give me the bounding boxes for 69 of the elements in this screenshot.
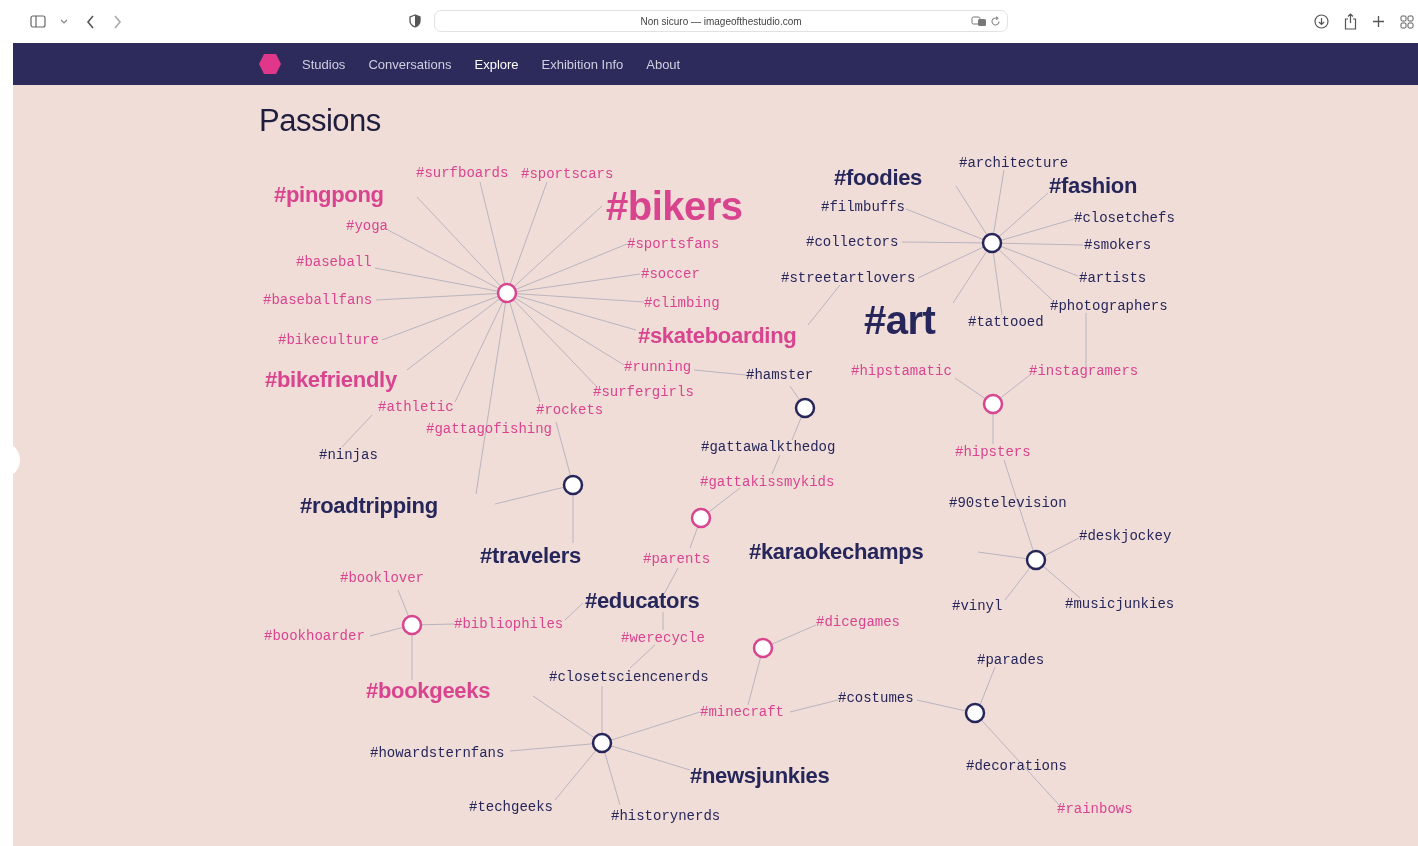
connector-line bbox=[629, 644, 656, 669]
chevron-down-icon[interactable] bbox=[60, 18, 68, 25]
hashtag-label[interactable]: #costumes bbox=[838, 691, 914, 705]
node-circle[interactable] bbox=[981, 232, 1003, 254]
address-field[interactable]: Non sicuro — imageofthestudio.com bbox=[434, 10, 1008, 32]
hashtag-label[interactable]: #tattooed bbox=[968, 315, 1044, 329]
hashtag-label[interactable]: #closetsciencenerds bbox=[549, 670, 709, 684]
connector-line bbox=[771, 454, 781, 475]
connector-line bbox=[979, 666, 996, 706]
forward-icon[interactable] bbox=[113, 14, 122, 29]
sidebar-icon[interactable] bbox=[30, 15, 46, 28]
share-icon[interactable] bbox=[1344, 13, 1357, 30]
back-icon[interactable] bbox=[86, 14, 95, 29]
hashtag-label[interactable]: #karaokechamps bbox=[749, 541, 924, 563]
connector-line bbox=[693, 369, 747, 376]
node-circle[interactable] bbox=[690, 507, 712, 529]
hashtag-label[interactable]: #fashion bbox=[1049, 175, 1138, 197]
hashtag-label[interactable]: #streetartlovers bbox=[781, 271, 916, 285]
hashtag-label[interactable]: #parades bbox=[977, 653, 1045, 667]
hashtag-label[interactable]: #filmbuffs bbox=[821, 200, 905, 214]
nav-link[interactable]: About bbox=[646, 56, 681, 72]
hashtag-label[interactable]: #artists bbox=[1079, 271, 1147, 285]
hashtag-label[interactable]: #90stelevision bbox=[949, 496, 1067, 510]
hashtag-label[interactable]: #closetchefs bbox=[1074, 211, 1175, 225]
translate-icon[interactable] bbox=[971, 16, 987, 27]
nav-link[interactable]: Studios bbox=[302, 56, 346, 72]
node-circle[interactable] bbox=[964, 702, 986, 724]
hashtag-label[interactable]: #howardsternfans bbox=[370, 746, 505, 760]
download-icon[interactable] bbox=[1314, 14, 1329, 29]
node-circle[interactable] bbox=[562, 474, 584, 496]
connector-line bbox=[789, 699, 839, 713]
hashtag-label[interactable]: #smokers bbox=[1084, 238, 1152, 252]
nav-link[interactable]: Conversations bbox=[368, 56, 452, 72]
tabs-overview-icon[interactable] bbox=[1400, 14, 1414, 29]
hashtag-label[interactable]: #gattawalkthedog bbox=[701, 440, 836, 454]
hashtag-label[interactable]: #musicjunkies bbox=[1065, 597, 1175, 611]
node-circle[interactable] bbox=[794, 397, 816, 419]
node-circle[interactable] bbox=[982, 393, 1004, 415]
hashtag-label[interactable]: #historynerds bbox=[611, 809, 721, 823]
connector-line bbox=[807, 284, 841, 326]
nav-link[interactable]: Exhibition Info bbox=[541, 56, 624, 72]
shield-icon[interactable] bbox=[409, 14, 421, 28]
hashtag-label[interactable]: #vinyl bbox=[952, 599, 1003, 613]
node-circle[interactable] bbox=[1025, 549, 1047, 571]
hashtag-label[interactable]: #roadtripping bbox=[300, 495, 438, 517]
hashtag-label[interactable]: #photographers bbox=[1050, 299, 1168, 313]
hashtag-label[interactable]: #ninjas bbox=[319, 448, 378, 462]
hashtag-label[interactable]: #techgeeks bbox=[469, 800, 553, 814]
hashtag-label[interactable]: #decorations bbox=[966, 759, 1067, 773]
logo-icon[interactable] bbox=[258, 53, 282, 75]
hashtag-label[interactable]: #hamster bbox=[746, 368, 814, 382]
connector-line bbox=[341, 414, 373, 448]
connector-line bbox=[564, 602, 584, 621]
hashtag-label[interactable]: #foodies bbox=[834, 167, 923, 189]
hashtag-label[interactable]: #educators bbox=[585, 590, 700, 612]
hashtag-label[interactable]: #art bbox=[864, 300, 936, 340]
hashtag-label[interactable]: #travelers bbox=[480, 545, 581, 567]
node-circle[interactable] bbox=[401, 614, 423, 636]
plus-icon[interactable] bbox=[1372, 15, 1385, 28]
nav-link[interactable]: Explore bbox=[474, 56, 519, 72]
node-circle[interactable] bbox=[496, 282, 518, 304]
hashtag-label[interactable]: #collectors bbox=[806, 235, 899, 249]
page-title: Passions bbox=[259, 103, 381, 139]
hashtag-label[interactable]: #newsjunkies bbox=[690, 765, 830, 787]
node-circle[interactable] bbox=[752, 637, 774, 659]
hashtag-label[interactable]: #architecture bbox=[959, 156, 1069, 170]
hashtag-label[interactable]: #deskjockey bbox=[1079, 529, 1172, 543]
reload-icon[interactable] bbox=[990, 16, 1001, 27]
node-circle[interactable] bbox=[591, 732, 613, 754]
